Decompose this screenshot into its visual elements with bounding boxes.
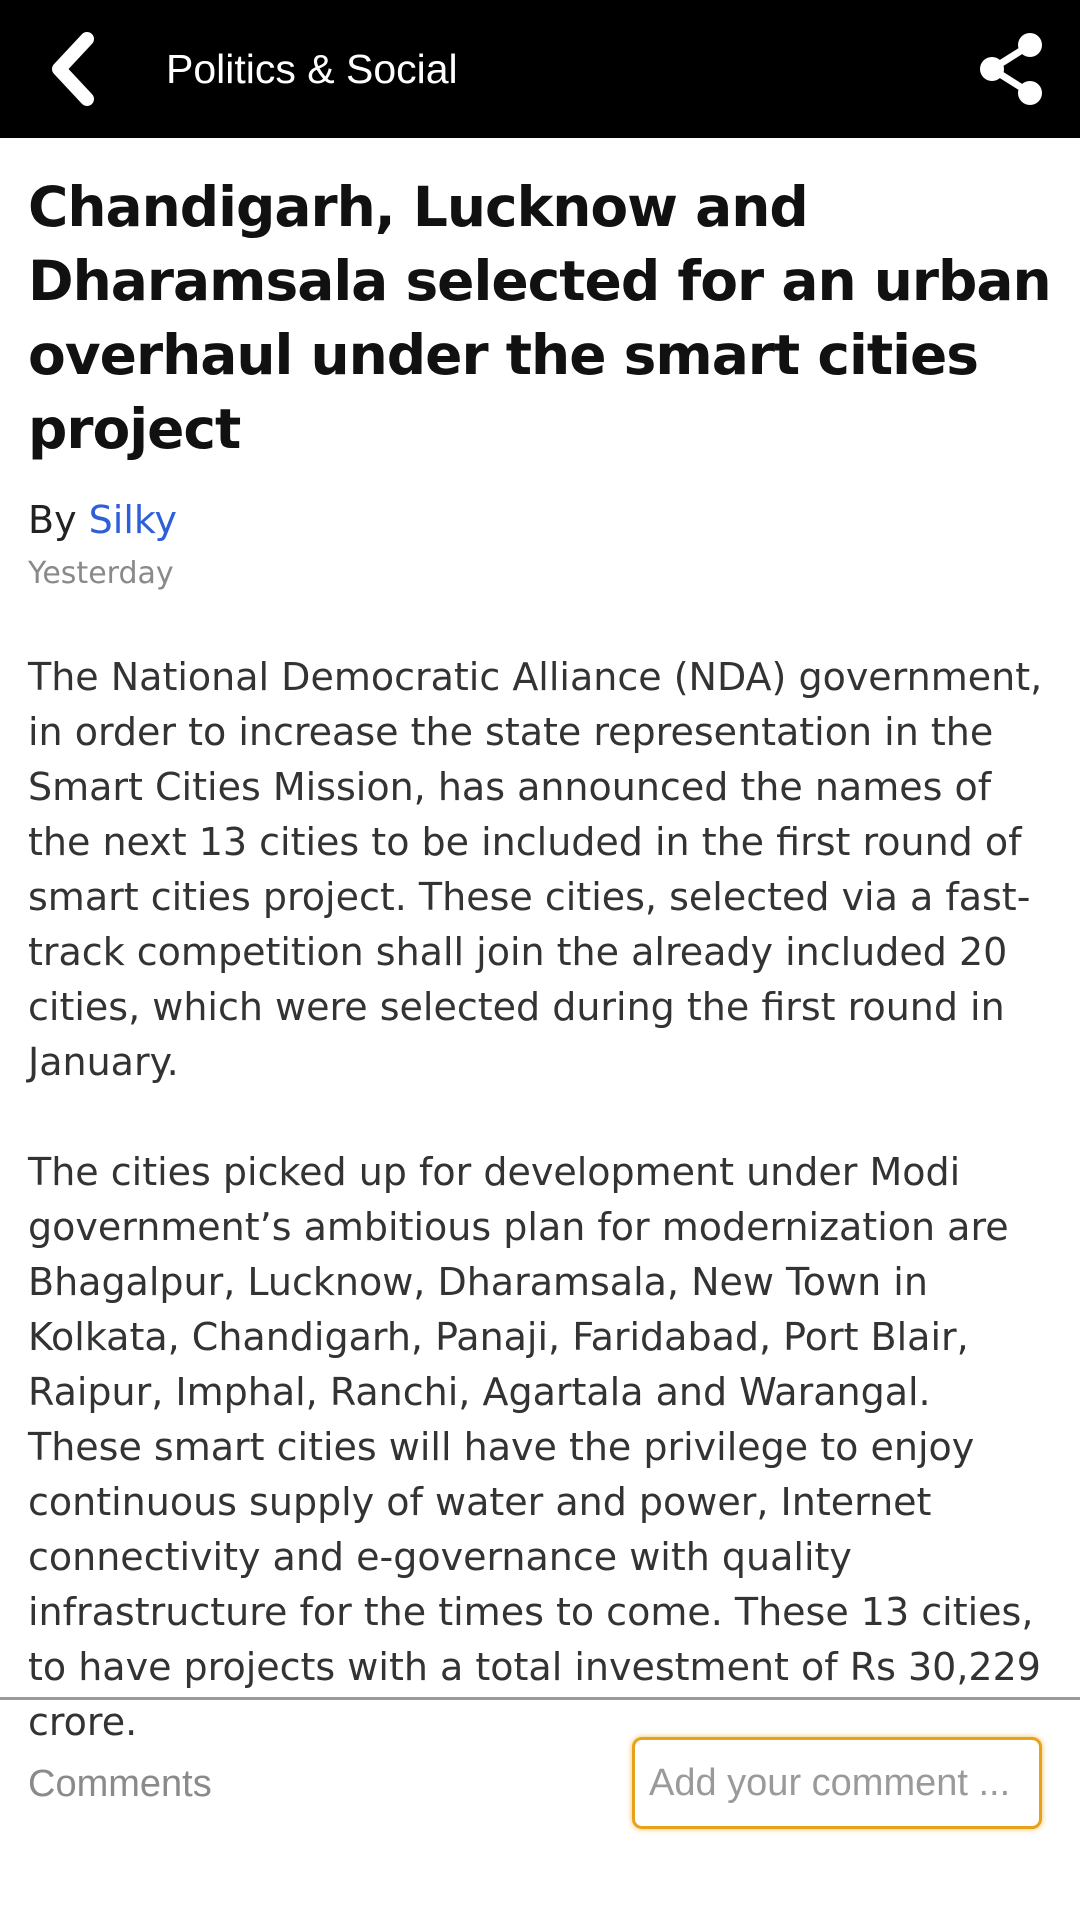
author-link[interactable]: Silky [89, 498, 177, 542]
article-date: Yesterday [28, 556, 174, 591]
article-body: The National Democratic Alliance (NDA) g… [28, 650, 1052, 1750]
byline: By Silky [28, 496, 1052, 544]
comments-divider [0, 1697, 1080, 1700]
page-title: Politics & Social [166, 46, 458, 92]
share-icon [980, 33, 1042, 105]
article-paragraph: The National Democratic Alliance (NDA) g… [28, 655, 1043, 1084]
chevron-left-icon [52, 32, 94, 106]
share-button[interactable] [966, 24, 1056, 114]
article-paragraph: The cities picked up for development und… [28, 1150, 1041, 1744]
comments-label: Comments [28, 1763, 212, 1805]
byline-prefix: By [28, 498, 89, 542]
back-button[interactable] [28, 24, 118, 114]
article-headline: Chandigarh, Lucknow and Dharamsala selec… [28, 175, 1052, 461]
article: Chandigarh, Lucknow and Dharamsala selec… [28, 170, 1052, 1805]
app-bar: Politics & Social [0, 0, 1080, 138]
comment-input[interactable] [632, 1737, 1042, 1829]
